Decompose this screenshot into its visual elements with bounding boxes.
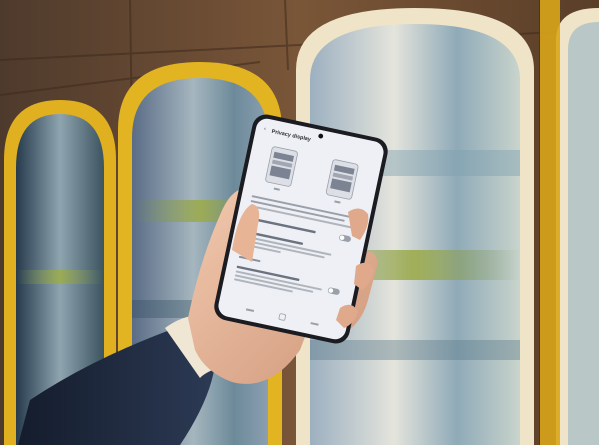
arch-window-edge — [556, 8, 599, 445]
yellow-post — [540, 0, 560, 445]
photo: ‹ Privacy display — [0, 0, 599, 445]
back-arrow-icon[interactable]: ‹ — [263, 126, 266, 132]
screen-title: Privacy display — [270, 128, 312, 144]
